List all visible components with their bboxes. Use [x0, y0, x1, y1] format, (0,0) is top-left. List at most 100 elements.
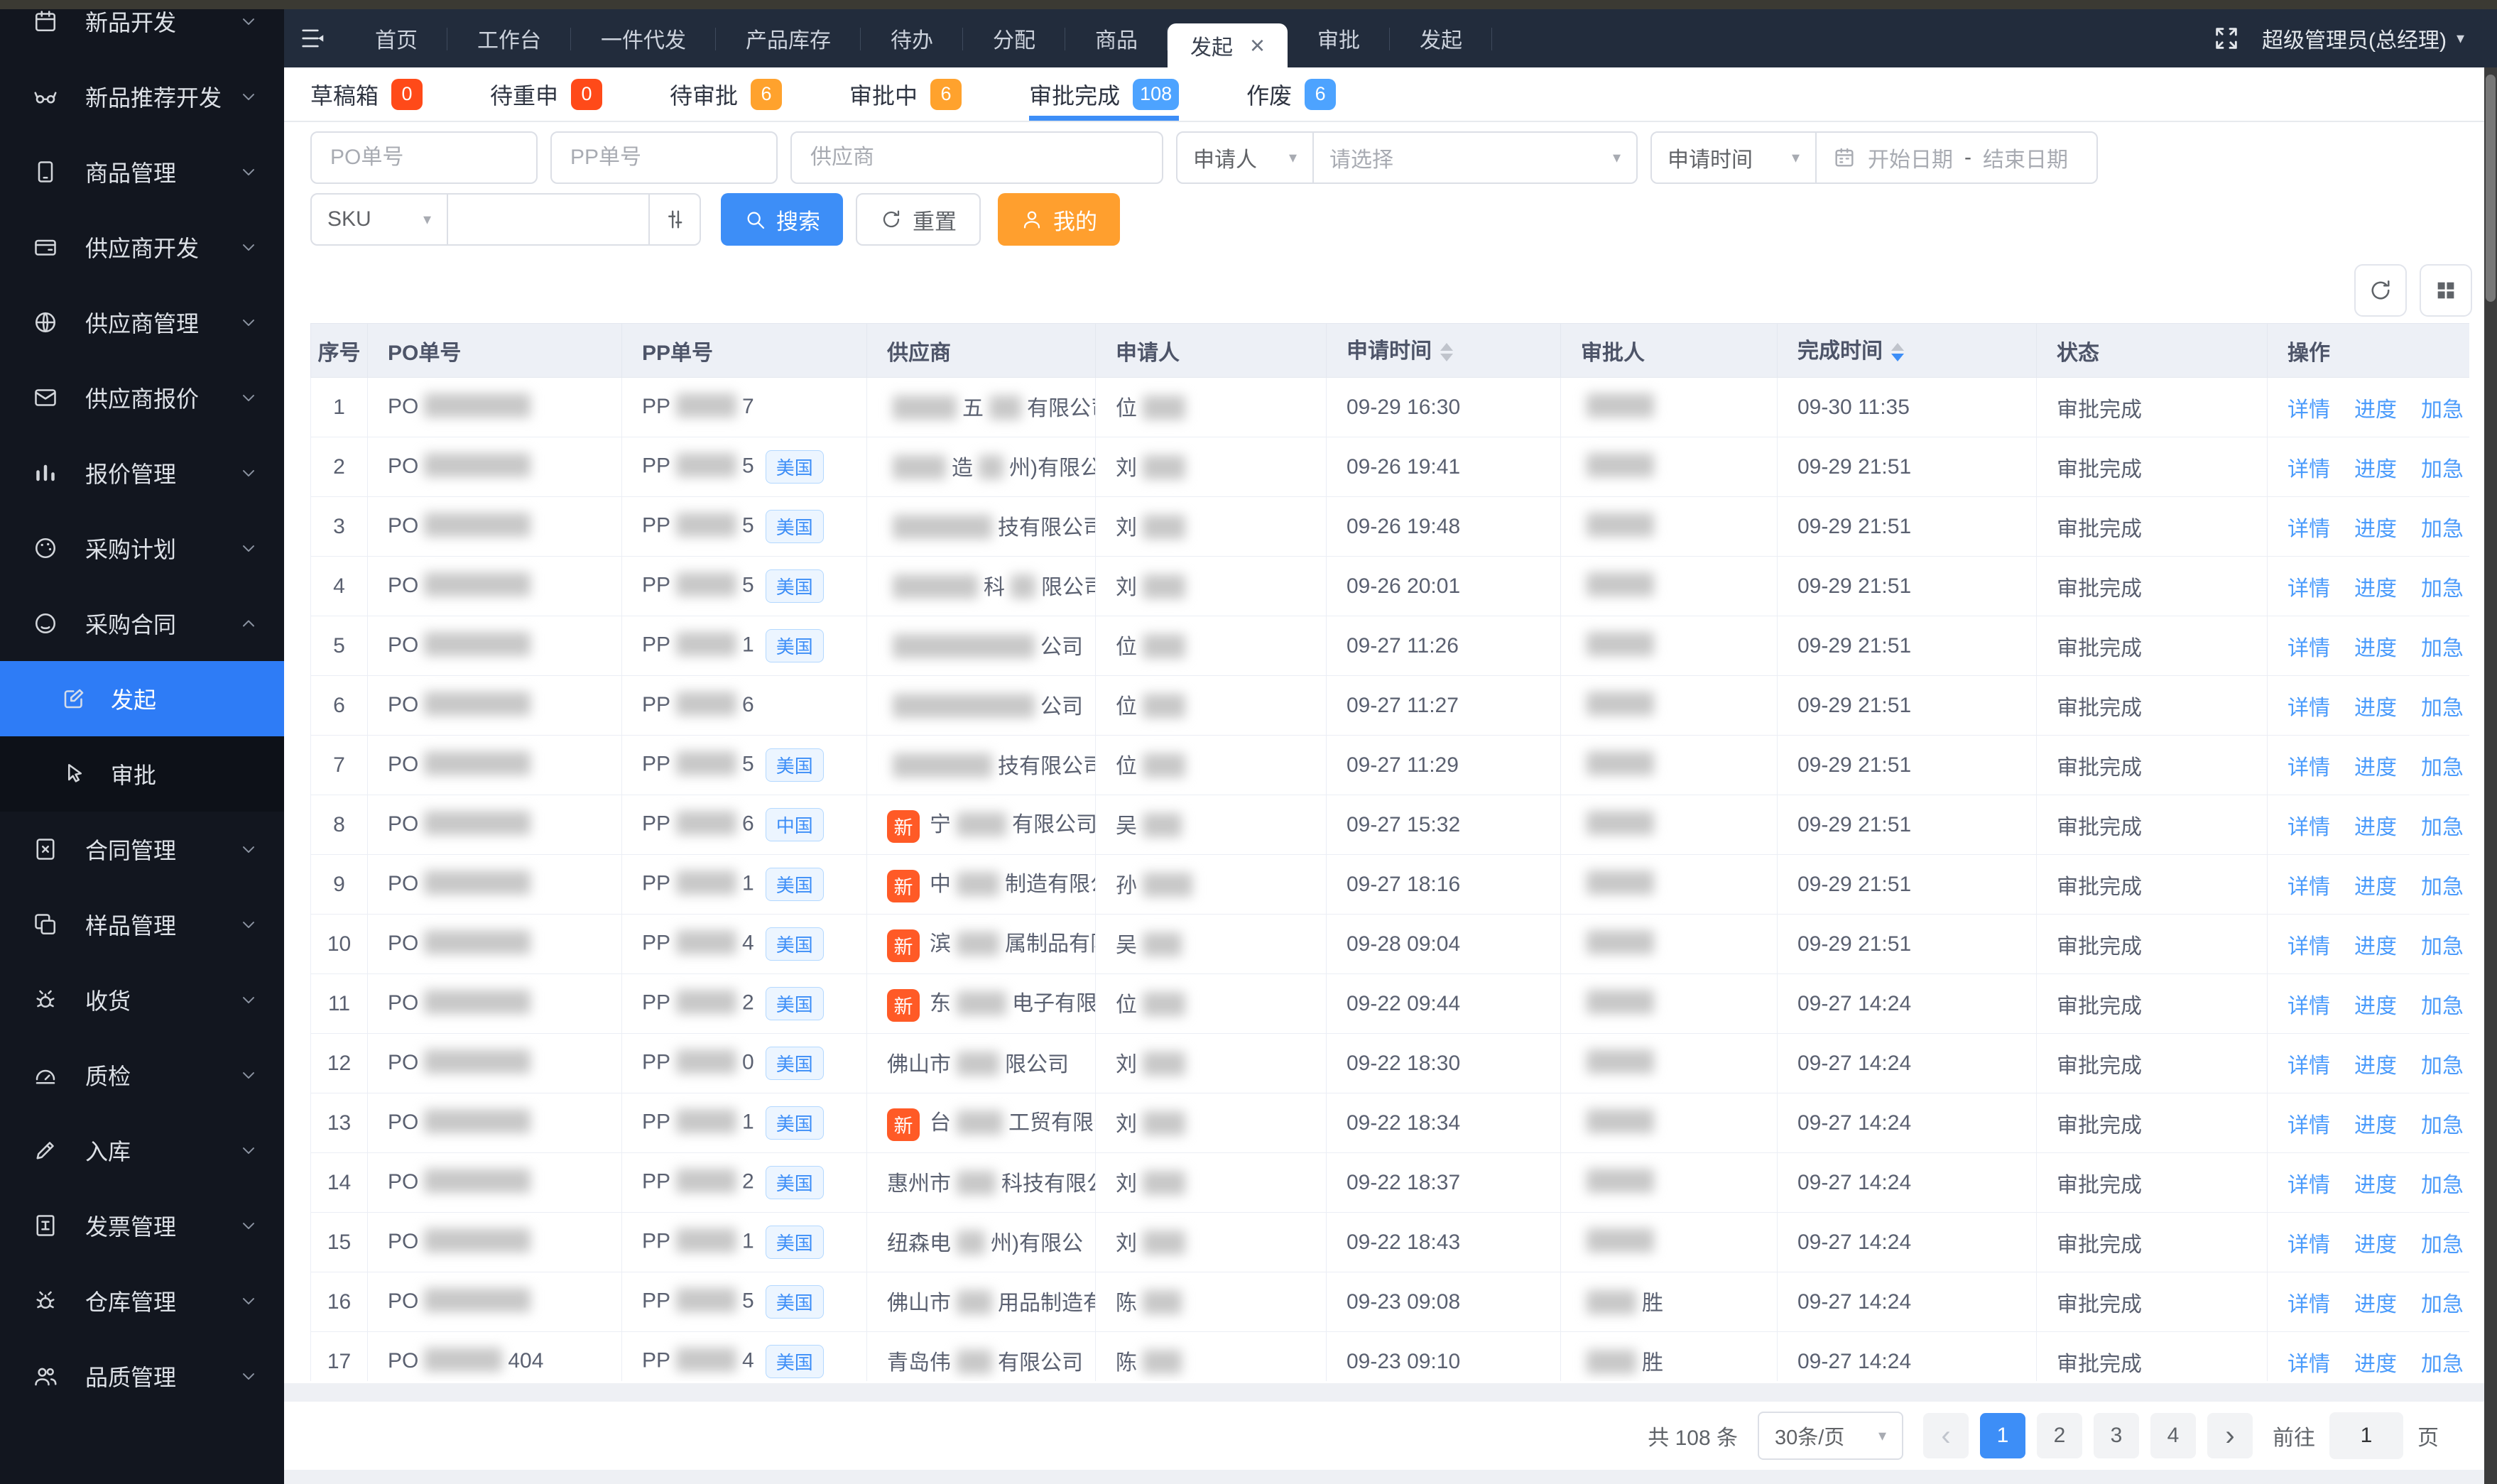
action-link-进度[interactable]: 进度 — [2354, 458, 2397, 481]
action-link-进度[interactable]: 进度 — [2354, 1174, 2397, 1197]
sidebar-item-合同管理[interactable]: 合同管理 — [0, 812, 284, 887]
sidebar-item-品质管理[interactable]: 品质管理 — [0, 1338, 284, 1414]
action-link-进度[interactable]: 进度 — [2354, 756, 2397, 780]
sidebar-item-发起[interactable]: 发起 — [0, 661, 284, 736]
page-button-1[interactable]: 1 — [1980, 1413, 2025, 1458]
action-link-详情[interactable]: 详情 — [2287, 1293, 2330, 1316]
action-link-详情[interactable]: 详情 — [2287, 398, 2330, 422]
action-link-加急[interactable]: 加急 — [2421, 1054, 2464, 1078]
action-link-详情[interactable]: 详情 — [2287, 1174, 2330, 1197]
top-nav-tab[interactable]: 分配 — [963, 9, 1065, 67]
action-link-加急[interactable]: 加急 — [2421, 935, 2464, 959]
action-link-进度[interactable]: 进度 — [2354, 816, 2397, 839]
sidebar-item-发票管理[interactable]: 发票管理 — [0, 1188, 284, 1263]
pp-number-input[interactable] — [550, 131, 778, 184]
action-link-进度[interactable]: 进度 — [2354, 1293, 2397, 1316]
scrollbar-thumb[interactable] — [2486, 75, 2496, 302]
sort-icons[interactable] — [1440, 337, 1453, 368]
close-icon[interactable]: × — [1250, 33, 1265, 58]
status-tab-草稿箱[interactable]: 草稿箱 0 — [310, 67, 423, 121]
action-link-进度[interactable]: 进度 — [2354, 637, 2397, 660]
status-tab-审批中[interactable]: 审批中 6 — [849, 67, 962, 121]
user-menu[interactable]: 超级管理员(总经理) ▾ — [2262, 23, 2464, 54]
status-tab-作废[interactable]: 作废 6 — [1246, 67, 1337, 121]
refresh-table-button[interactable] — [2354, 264, 2407, 317]
action-link-加急[interactable]: 加急 — [2421, 577, 2464, 601]
sku-filter[interactable]: SKU ▾ — [310, 193, 701, 246]
next-page-button[interactable]: › — [2207, 1413, 2253, 1458]
sidebar-item-供应商管理[interactable]: 供应商管理 — [0, 285, 284, 360]
action-link-加急[interactable]: 加急 — [2421, 398, 2464, 422]
top-nav-tab[interactable]: 审批 — [1288, 9, 1391, 67]
action-link-加急[interactable]: 加急 — [2421, 458, 2464, 481]
action-link-详情[interactable]: 详情 — [2287, 816, 2330, 839]
action-link-加急[interactable]: 加急 — [2421, 637, 2464, 660]
sidebar-item-采购计划[interactable]: 采购计划 — [0, 511, 284, 586]
action-link-详情[interactable]: 详情 — [2287, 637, 2330, 660]
sidebar-item-仓库管理[interactable]: 仓库管理 — [0, 1263, 284, 1338]
action-link-加急[interactable]: 加急 — [2421, 995, 2464, 1018]
page-size-select[interactable]: 30条/页 ▾ — [1758, 1412, 1903, 1460]
action-link-进度[interactable]: 进度 — [2354, 1114, 2397, 1137]
action-link-进度[interactable]: 进度 — [2354, 995, 2397, 1018]
action-link-加急[interactable]: 加急 — [2421, 1114, 2464, 1137]
po-number-input[interactable] — [310, 131, 538, 184]
action-link-进度[interactable]: 进度 — [2354, 1054, 2397, 1078]
action-link-详情[interactable]: 详情 — [2287, 458, 2330, 481]
applicant-type-select[interactable]: 申请人 ▾ — [1177, 133, 1312, 182]
reset-button[interactable]: 重置 — [856, 193, 981, 246]
time-type-select[interactable]: 申请时间 ▾ — [1652, 133, 1815, 182]
scrollbar[interactable] — [2484, 67, 2497, 1484]
sidebar-item-采购合同[interactable]: 采购合同 — [0, 586, 284, 661]
action-link-加急[interactable]: 加急 — [2421, 816, 2464, 839]
sidebar-item-样品管理[interactable]: 样品管理 — [0, 887, 284, 962]
supplier-input[interactable] — [790, 131, 1163, 184]
date-range-picker[interactable]: 开始日期 - 结束日期 — [1817, 133, 2096, 182]
action-link-加急[interactable]: 加急 — [2421, 1174, 2464, 1197]
action-link-加急[interactable]: 加急 — [2421, 756, 2464, 780]
sidebar-item-审批[interactable]: 审批 — [0, 736, 284, 812]
page-button-3[interactable]: 3 — [2094, 1413, 2139, 1458]
top-nav-tab[interactable]: 工作台 — [447, 9, 571, 67]
action-link-加急[interactable]: 加急 — [2421, 1353, 2464, 1376]
action-link-详情[interactable]: 详情 — [2287, 756, 2330, 780]
column-header-申请时间[interactable]: 申请时间 — [1326, 323, 1561, 378]
sku-type-select[interactable]: SKU ▾ — [312, 195, 447, 244]
action-link-进度[interactable]: 进度 — [2354, 518, 2397, 541]
action-link-进度[interactable]: 进度 — [2354, 697, 2397, 720]
sidebar-item-商品管理[interactable]: 商品管理 — [0, 134, 284, 209]
action-link-进度[interactable]: 进度 — [2354, 875, 2397, 899]
sidebar-item-供应商报价[interactable]: 供应商报价 — [0, 360, 284, 435]
search-button[interactable]: 搜索 — [721, 193, 843, 246]
action-link-详情[interactable]: 详情 — [2287, 697, 2330, 720]
sidebar-item-新品推荐开发[interactable]: 新品推荐开发 — [0, 59, 284, 134]
column-settings-button[interactable] — [2420, 264, 2472, 317]
action-link-详情[interactable]: 详情 — [2287, 1114, 2330, 1137]
action-link-详情[interactable]: 详情 — [2287, 935, 2330, 959]
action-link-加急[interactable]: 加急 — [2421, 1233, 2464, 1257]
action-link-详情[interactable]: 详情 — [2287, 1353, 2330, 1376]
top-nav-tab[interactable]: 产品库存 — [716, 9, 861, 67]
action-link-加急[interactable]: 加急 — [2421, 518, 2464, 541]
sidebar-item-入库[interactable]: 入库 — [0, 1113, 284, 1188]
action-link-加急[interactable]: 加急 — [2421, 697, 2464, 720]
sidebar-item-供应商开发[interactable]: 供应商开发 — [0, 209, 284, 285]
top-nav-tab[interactable]: 发起 — [1390, 9, 1493, 67]
action-link-加急[interactable]: 加急 — [2421, 875, 2464, 899]
top-nav-tab[interactable]: 待办 — [861, 9, 963, 67]
top-nav-tab[interactable]: 商品 — [1065, 9, 1168, 67]
action-link-进度[interactable]: 进度 — [2354, 398, 2397, 422]
sidebar-item-收货[interactable]: 收货 — [0, 962, 284, 1037]
action-link-进度[interactable]: 进度 — [2354, 935, 2397, 959]
action-link-详情[interactable]: 详情 — [2287, 995, 2330, 1018]
status-tab-审批完成[interactable]: 审批完成 108 — [1029, 67, 1180, 121]
status-tab-待审批[interactable]: 待审批 6 — [670, 67, 783, 121]
fullscreen-icon[interactable] — [2212, 24, 2241, 53]
action-link-进度[interactable]: 进度 — [2354, 577, 2397, 601]
sidebar-item-质检[interactable]: 质检 — [0, 1037, 284, 1113]
action-link-详情[interactable]: 详情 — [2287, 1233, 2330, 1257]
top-nav-tab[interactable]: 首页 — [345, 9, 447, 67]
action-link-加急[interactable]: 加急 — [2421, 1293, 2464, 1316]
action-link-进度[interactable]: 进度 — [2354, 1353, 2397, 1376]
sku-input[interactable] — [448, 195, 648, 244]
